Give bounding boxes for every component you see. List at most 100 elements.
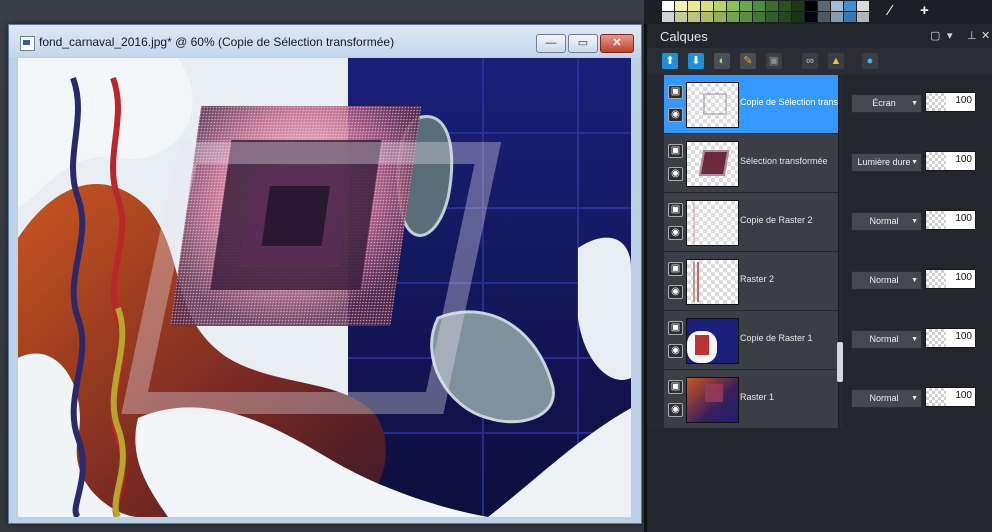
panel-float-button[interactable]: ▢ (930, 29, 940, 42)
blend-mode-select[interactable]: Écran ▼ (851, 94, 922, 113)
layer-row[interactable]: ▣◉Copie de Sélection transformée (664, 75, 838, 134)
layers-panel: Calques ▢ ▾ ⊥ ✕ ⬆ ⬇ ◐ ✎ ▣ ∞ ▲ ● ▣ ◉ Copie … (644, 24, 992, 532)
layer-row[interactable]: ▣ ◉ Raster 1 (664, 370, 838, 429)
link-icon[interactable]: ∞ (802, 53, 818, 69)
mask-icon[interactable]: ◐ (714, 53, 730, 69)
adjust-icon[interactable]: ✎ (740, 53, 756, 69)
opacity-field[interactable]: 100 (925, 210, 976, 230)
blend-mode-value: Normal (869, 334, 899, 344)
pin-icon[interactable]: ⊥ (967, 29, 977, 42)
plus-icon[interactable]: + (920, 2, 929, 19)
visibility-eye-icon[interactable]: ◉ (668, 403, 683, 417)
color-swatch[interactable] (662, 12, 674, 22)
workspace: fond_carnaval_2016.jpg* @ 60% (Copie de … (0, 0, 644, 532)
color-swatch[interactable] (727, 1, 739, 11)
blend-mode-select[interactable]: Normal ▼ (851, 212, 922, 231)
image-canvas[interactable] (18, 58, 631, 517)
color-swatch[interactable] (740, 12, 752, 22)
opacity-field[interactable]: 100 (925, 151, 976, 171)
color-swatch[interactable] (805, 1, 817, 11)
color-swatch[interactable] (701, 1, 713, 11)
color-swatch[interactable] (753, 12, 765, 22)
visibility-eye-icon[interactable]: ◉ (668, 285, 683, 299)
opacity-field[interactable]: 100 (925, 328, 976, 348)
color-swatch[interactable] (857, 1, 869, 11)
color-swatch[interactable] (779, 1, 791, 11)
color-swatch[interactable] (792, 1, 804, 11)
layer-toggles: ▣ ◉ (664, 193, 684, 251)
layer-properties-row: Normal ▼ 100 (843, 370, 992, 428)
color-swatch[interactable] (766, 1, 778, 11)
color-swatch[interactable] (753, 1, 765, 11)
layer-row[interactable]: ▣ ◉ Copie de Raster 2 (664, 193, 838, 252)
layer-row[interactable]: ▣ ◉ Raster 2 (664, 252, 838, 311)
layer-name: Copie de Raster 2 (740, 215, 813, 225)
color-swatch[interactable] (792, 12, 804, 22)
color-swatch[interactable] (818, 12, 830, 22)
blend-mode-select[interactable]: Lumière dure ▼ (851, 153, 922, 172)
layer-thumbnail (686, 141, 739, 187)
color-swatch[interactable] (688, 1, 700, 11)
new-layer-from-selection-icon[interactable]: ⬇ (688, 53, 704, 69)
blend-mode-select[interactable]: Normal ▼ (851, 389, 922, 408)
color-swatch[interactable] (831, 12, 843, 22)
layer-row[interactable]: ▣ ◉ Copie de Raster 1 (664, 311, 838, 370)
layer-group-icon[interactable]: ▣ (668, 144, 683, 158)
visibility-eye-icon[interactable]: ◉ (668, 344, 683, 358)
chevron-down-icon: ▼ (911, 218, 918, 225)
color-swatch[interactable] (675, 12, 687, 22)
blend-mode-value: Normal (869, 393, 899, 403)
blend-mode-value: Lumière dure (857, 157, 911, 167)
color-swatch[interactable] (779, 12, 791, 22)
color-swatches[interactable] (662, 0, 870, 22)
opacity-value: 100 (955, 213, 972, 224)
color-swatch[interactable] (662, 1, 674, 11)
visibility-eye-icon[interactable]: ◉ (668, 108, 683, 122)
layer-row[interactable]: ▣ ◉ Sélection transformée (664, 134, 838, 193)
layers-panel-header: Calques ▢ ▾ ⊥ ✕ (647, 24, 992, 48)
layer-group-icon[interactable]: ▣ (668, 321, 683, 335)
color-swatch[interactable] (805, 12, 817, 22)
color-swatch[interactable] (844, 1, 856, 11)
panel-menu-button[interactable]: ▾ (947, 29, 953, 42)
restore-button[interactable]: ▭ (568, 34, 598, 53)
raster-icon[interactable]: ▣ (766, 53, 782, 69)
close-button[interactable]: ✕ (600, 34, 634, 53)
palette-icon[interactable]: ● (862, 53, 878, 69)
visibility-eye-icon[interactable]: ◉ (668, 167, 683, 181)
eyedropper-icon[interactable]: ⁄ (889, 2, 892, 19)
opacity-field[interactable]: 100 (925, 387, 976, 407)
layer-group-icon[interactable]: ▣ (668, 203, 683, 217)
layer-properties-row: Normal ▼ 100 (843, 311, 992, 369)
opacity-value: 100 (955, 272, 972, 283)
blend-mode-value: Normal (869, 275, 899, 285)
color-swatch[interactable] (675, 1, 687, 11)
document-title: fond_carnaval_2016.jpg* @ 60% (Copie de … (39, 35, 395, 49)
color-swatch[interactable] (714, 12, 726, 22)
minimize-button[interactable]: — (536, 34, 566, 53)
layer-group-icon[interactable]: ▣ (668, 85, 683, 99)
color-swatch[interactable] (844, 12, 856, 22)
document-titlebar[interactable]: fond_carnaval_2016.jpg* @ 60% (Copie de … (9, 25, 641, 57)
color-swatch[interactable] (688, 12, 700, 22)
color-swatch[interactable] (766, 12, 778, 22)
color-swatch[interactable] (857, 12, 869, 22)
layer-thumbnail (686, 200, 739, 246)
new-layer-icon[interactable]: ⬆ (662, 53, 678, 69)
visibility-eye-icon[interactable]: ◉ (668, 226, 683, 240)
layer-group-icon[interactable]: ▣ (668, 380, 683, 394)
blend-mode-select[interactable]: Normal ▼ (851, 271, 922, 290)
lock-icon[interactable]: ▲ (828, 53, 844, 69)
opacity-field[interactable]: 100 (925, 92, 976, 112)
color-swatch[interactable] (818, 1, 830, 11)
color-swatch[interactable] (740, 1, 752, 11)
document-window[interactable]: fond_carnaval_2016.jpg* @ 60% (Copie de … (8, 24, 642, 524)
blend-mode-select[interactable]: Normal ▼ (851, 330, 922, 349)
panel-close-button[interactable]: ✕ (981, 29, 990, 42)
color-swatch[interactable] (831, 1, 843, 11)
color-swatch[interactable] (727, 12, 739, 22)
layer-group-icon[interactable]: ▣ (668, 262, 683, 276)
color-swatch[interactable] (701, 12, 713, 22)
color-swatch[interactable] (714, 1, 726, 11)
opacity-field[interactable]: 100 (925, 269, 976, 289)
